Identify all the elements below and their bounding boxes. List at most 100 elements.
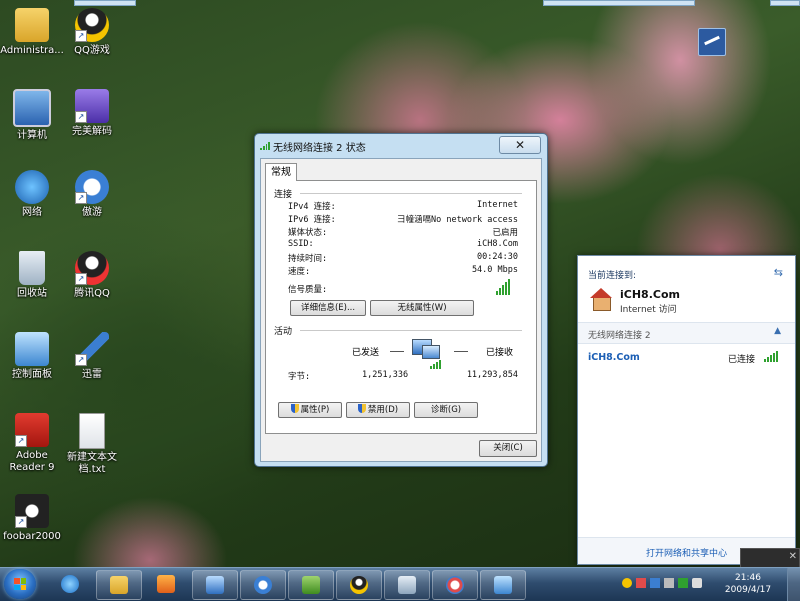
general-panel: 连接 IPv4 连接: Internet IPv6 连接: 彐幢涵嗝No net… — [265, 180, 537, 434]
ie-icon — [61, 575, 79, 593]
connected-network-access: Internet 访问 — [620, 305, 677, 315]
thunder-bird-icon: ↗ — [75, 332, 109, 366]
app-tray-shortcut-icon[interactable] — [698, 28, 726, 56]
taskbar-tool[interactable] — [288, 570, 334, 600]
window-edge — [770, 0, 800, 6]
network-activity-icon — [412, 339, 440, 361]
start-button[interactable] — [4, 569, 36, 599]
taskbar-maxthon[interactable] — [240, 570, 286, 600]
tool-icon — [302, 576, 320, 594]
taskbar-calculator[interactable] — [384, 570, 430, 600]
qq-penguin-icon: ↗ — [75, 251, 109, 285]
network-item-status: 已连接 — [728, 355, 756, 365]
show-desktop-button[interactable] — [787, 568, 800, 601]
collapse-caret-icon[interactable]: ▲ — [774, 326, 781, 336]
recycle-bin-icon — [19, 251, 45, 285]
text-file-icon — [79, 413, 105, 449]
maxthon-browser-icon: ↗ — [75, 170, 109, 204]
desktop-icon-tencent-qq[interactable]: ↗ 腾讯QQ — [57, 251, 127, 300]
diagnose-button[interactable]: 诊断(G) — [414, 402, 478, 418]
calculator-icon — [398, 576, 416, 594]
network-flyout: 当前连接到: ⇆ iCH8.Com Internet 访问 无线网络连接 2 ▲… — [577, 255, 796, 565]
clock[interactable]: 21:46 2009/4/17 — [718, 572, 778, 596]
maxthon-browser-icon — [254, 576, 272, 594]
taskbar-control-panel[interactable] — [480, 570, 526, 600]
network-signal-icon — [764, 350, 778, 362]
taskbar-paint[interactable] — [432, 570, 478, 600]
qq-tray-icon[interactable] — [622, 578, 632, 588]
received-label: 已接收 — [486, 348, 514, 358]
row-signal-quality: 信号质量: — [288, 285, 328, 295]
desktop-icon-new-text-file[interactable]: 新建文本文 档.txt — [57, 413, 127, 476]
network-window-icon — [206, 576, 224, 594]
uac-shield-icon — [357, 404, 366, 413]
network-item-ssid[interactable]: iCH8.Com — [588, 352, 640, 363]
desktop-icon-thunder[interactable]: ↗ 迅雷 — [57, 332, 127, 381]
connection-section: 连接 — [274, 187, 530, 200]
qq-penguin-icon: ↗ — [75, 8, 109, 42]
adobe-reader-icon: ↗ — [15, 413, 49, 447]
activity-signal-icon — [430, 359, 441, 369]
properties-button[interactable]: 属性(P) — [278, 402, 342, 418]
refresh-icon[interactable]: ⇆ — [774, 266, 783, 279]
disable-button[interactable]: 禁用(D) — [346, 402, 410, 418]
app-tray-icon[interactable] — [636, 578, 646, 588]
network-tray-icon[interactable] — [678, 578, 688, 588]
window-edge — [74, 0, 136, 6]
bytes-received: 11,293,854 — [466, 370, 518, 380]
wireless-group-label: 无线网络连接 2 — [588, 331, 651, 341]
desktop-icon-qq-game[interactable]: ↗ QQ游戏 — [57, 8, 127, 57]
wireless-properties-button[interactable]: 无线属性(W) — [370, 300, 474, 316]
row-ssid: SSID: iCH8.Com — [288, 239, 518, 249]
app-tray-icon[interactable] — [650, 578, 660, 588]
wireless-status-dialog: 无线网络连接 2 状态 ✕ 常规 连接 IPv4 连接: Internet IP… — [254, 133, 548, 467]
network-globe-icon — [15, 170, 49, 204]
row-media-state: 媒体状态: 已启用 — [288, 228, 518, 238]
window-edge — [543, 0, 695, 6]
qq-penguin-icon — [350, 576, 368, 594]
divider — [390, 351, 404, 352]
close-button[interactable]: 关闭(C) — [479, 440, 537, 457]
close-icon[interactable]: ✕ — [789, 551, 797, 562]
tab-general[interactable]: 常规 — [265, 163, 297, 181]
divider — [300, 193, 522, 194]
home-network-icon — [590, 288, 612, 311]
dialog-titlebar[interactable]: 无线网络连接 2 状态 ✕ — [255, 134, 547, 156]
tray-tooltip: ✕ — [740, 548, 800, 568]
wireless-signal-icon — [260, 142, 270, 150]
folder-icon — [110, 576, 128, 594]
taskbar-ie[interactable] — [48, 570, 92, 598]
taskbar: 21:46 2009/4/17 — [0, 567, 800, 601]
signal-quality-bars-icon — [496, 277, 510, 295]
row-ipv4: IPv4 连接: Internet — [288, 200, 518, 212]
divider — [300, 330, 522, 331]
desktop-icon-perfect-decoder[interactable]: ↗ 完美解码 — [57, 89, 127, 138]
computer-icon — [13, 89, 51, 127]
divider — [454, 351, 468, 352]
desktop-icon-foobar2000[interactable]: ↗ foobar2000 — [0, 494, 67, 543]
windows-logo-icon — [14, 578, 26, 590]
system-tray: 21:46 2009/4/17 — [620, 568, 800, 601]
close-icon[interactable]: ✕ — [499, 136, 541, 154]
row-ipv6: IPv6 连接: 彐幢涵嗝No network access — [288, 215, 518, 225]
bytes-sent: 1,251,336 — [362, 370, 409, 380]
dialog-title: 无线网络连接 2 状态 — [273, 143, 366, 154]
desktop-icon-maxthon[interactable]: ↗ 傲游 — [57, 170, 127, 219]
taskbar-network-window[interactable] — [192, 570, 238, 600]
currently-connected-label: 当前连接到: — [588, 271, 637, 281]
details-button[interactable]: 详细信息(E)... — [290, 300, 366, 316]
connected-network-name: iCH8.Com — [620, 288, 680, 301]
uac-shield-icon — [290, 404, 299, 413]
user-folder-icon — [15, 8, 49, 42]
control-panel-icon — [494, 576, 512, 594]
control-panel-icon — [15, 332, 49, 366]
row-speed: 速度: 54.0 Mbps — [288, 265, 518, 277]
volume-icon[interactable] — [692, 578, 702, 588]
activity-section: 活动 — [274, 324, 530, 337]
media-player-icon: ↗ — [75, 89, 109, 123]
taskbar-explorer[interactable] — [96, 570, 142, 600]
flag-tray-icon[interactable] — [664, 578, 674, 588]
taskbar-qq[interactable] — [336, 570, 382, 600]
paint-icon — [446, 576, 464, 594]
taskbar-media-player[interactable] — [144, 570, 188, 598]
